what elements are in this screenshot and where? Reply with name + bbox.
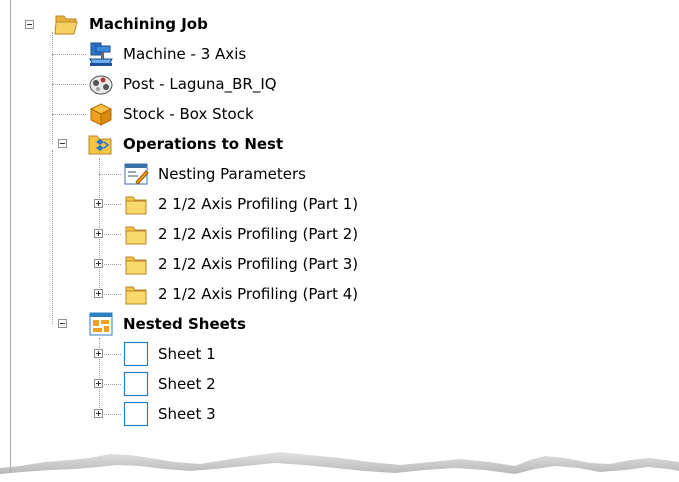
tree-node-label: Nesting Parameters <box>158 165 306 183</box>
tree-connector <box>104 204 121 205</box>
folder-open-icon <box>53 10 81 38</box>
tree-node-label: Stock - Box Stock <box>123 105 254 123</box>
tree-view-panel[interactable]: Machining Job Machine - 3 Axis Post - La… <box>10 0 679 482</box>
tree-node-sheet-1[interactable]: Sheet 1 <box>122 339 216 369</box>
tree-connector <box>104 264 121 265</box>
tree-connector <box>52 150 53 324</box>
tree-node-label: Machine - 3 Axis <box>123 45 247 63</box>
nested-sheets-icon <box>87 310 115 338</box>
sheet-icon <box>122 340 150 368</box>
tree-connector <box>104 354 121 355</box>
tree-node-label: Sheet 3 <box>158 405 216 423</box>
nested-sheets-collapse-toggle[interactable] <box>58 319 67 328</box>
tree-node-profiling-part-4[interactable]: 2 1/2 Axis Profiling (Part 4) <box>122 279 358 309</box>
tree-node-label: Machining Job <box>89 15 208 33</box>
tree-connector <box>99 158 100 294</box>
tree-node-label: Nested Sheets <box>123 315 246 333</box>
tree-node-profiling-part-3[interactable]: 2 1/2 Axis Profiling (Part 3) <box>122 249 358 279</box>
part-4-expand-toggle[interactable] <box>94 289 103 298</box>
post-processor-icon <box>87 70 115 98</box>
tree-node-sheet-3[interactable]: Sheet 3 <box>122 399 216 429</box>
tree-node-stock[interactable]: Stock - Box Stock <box>87 99 254 129</box>
tree-node-label: 2 1/2 Axis Profiling (Part 4) <box>158 285 359 303</box>
tree-node-machine[interactable]: Machine - 3 Axis <box>87 39 246 69</box>
stock-box-icon <box>87 100 115 128</box>
tree-node-post[interactable]: Post - Laguna_BR_IQ <box>87 69 277 99</box>
sheet-1-expand-toggle[interactable] <box>94 349 103 358</box>
root-collapse-toggle[interactable] <box>25 20 34 29</box>
tree-node-label: Sheet 2 <box>158 375 216 393</box>
sheet-icon <box>122 400 150 428</box>
tree-node-label: Post - Laguna_BR_IQ <box>123 75 277 93</box>
tree-node-sheet-2[interactable]: Sheet 2 <box>122 369 216 399</box>
folder-icon <box>122 190 150 218</box>
tree-connector <box>104 234 121 235</box>
operations-nest-icon <box>87 130 115 158</box>
tree-node-label: 2 1/2 Axis Profiling (Part 3) <box>158 255 359 273</box>
tree-connector <box>52 84 86 85</box>
tree-node-label: Operations to Nest <box>123 135 284 153</box>
sheet-3-expand-toggle[interactable] <box>94 409 103 418</box>
tree-node-profiling-part-2[interactable]: 2 1/2 Axis Profiling (Part 2) <box>122 219 358 249</box>
part-2-expand-toggle[interactable] <box>94 229 103 238</box>
tree-node-label: Sheet 1 <box>158 345 216 363</box>
tree-node-label: 2 1/2 Axis Profiling (Part 2) <box>158 225 359 243</box>
tree-node-nested-sheets[interactable]: Nested Sheets <box>87 309 246 339</box>
tree-node-label: 2 1/2 Axis Profiling (Part 1) <box>158 195 359 213</box>
folder-icon <box>122 220 150 248</box>
part-1-expand-toggle[interactable] <box>94 199 103 208</box>
nesting-parameters-icon <box>122 160 150 188</box>
tree-node-profiling-part-1[interactable]: 2 1/2 Axis Profiling (Part 1) <box>122 189 358 219</box>
tree-connector <box>52 32 53 144</box>
tree-node-nesting-parameters[interactable]: Nesting Parameters <box>122 159 306 189</box>
machine-icon <box>87 40 115 68</box>
tree-connector <box>104 294 121 295</box>
tree-node-operations-to-nest[interactable]: Operations to Nest <box>87 129 283 159</box>
tree-connector <box>99 174 121 175</box>
folder-icon <box>122 250 150 278</box>
sheet-icon <box>122 370 150 398</box>
part-3-expand-toggle[interactable] <box>94 259 103 268</box>
operations-collapse-toggle[interactable] <box>58 139 67 148</box>
tree-node-machining-job[interactable]: Machining Job <box>53 9 208 39</box>
folder-icon <box>122 280 150 308</box>
tree-connector <box>104 414 121 415</box>
sheet-2-expand-toggle[interactable] <box>94 379 103 388</box>
tree-connector <box>52 114 86 115</box>
tree-connector <box>52 54 86 55</box>
tree-connector <box>104 384 121 385</box>
